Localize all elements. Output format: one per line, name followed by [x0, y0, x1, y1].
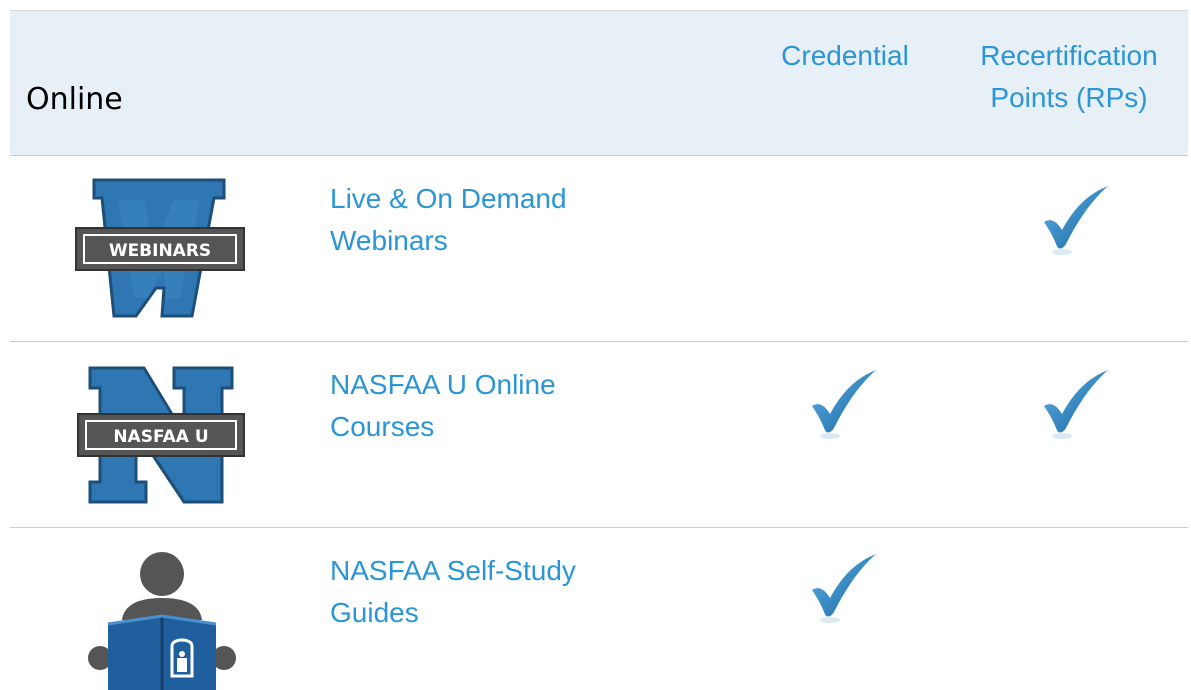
- self-study-link-line2: Guides: [330, 597, 419, 628]
- column-header-recertification-points: Recertification Points (RPs): [954, 35, 1184, 119]
- table-row-nasfaa-u: NASFAA U NASFAA U Online Courses: [10, 342, 1188, 528]
- webinars-link-line1: Live & On Demand: [330, 183, 567, 214]
- self-study-link-line1: NASFAA Self-Study: [330, 555, 576, 586]
- nasfaa-u-link-line1: NASFAA U Online: [330, 369, 556, 400]
- person-reading-book-icon: [88, 552, 236, 690]
- nasfaa-u-link-line2: Courses: [330, 411, 435, 442]
- checkmark-icon: [1044, 186, 1108, 255]
- self-study-guides-link[interactable]: NASFAA Self-Study Guides: [330, 550, 660, 634]
- column-header-rp-line2: Points (RPs): [990, 82, 1148, 113]
- checkmark-icon: [1044, 370, 1108, 439]
- section-title: Online: [26, 82, 123, 117]
- nasfaa-u-courses-link[interactable]: NASFAA U Online Courses: [330, 364, 660, 448]
- nasfaa-u-n-badge-icon: NASFAA U: [77, 366, 245, 504]
- column-header-credential: Credential: [781, 40, 909, 71]
- checkmark-icon: [812, 554, 876, 623]
- table-row-webinars: WEBINARS Live & On Demand Webinars: [10, 156, 1188, 342]
- webinars-link[interactable]: Live & On Demand Webinars: [330, 178, 660, 262]
- webinars-badge-label: WEBINARS: [109, 241, 211, 261]
- table-row-self-study-guides: NASFAA Self-Study Guides: [10, 528, 1188, 690]
- column-header-rp-line1: Recertification: [980, 40, 1158, 71]
- table-header: Online Credential Recertification Points…: [10, 10, 1188, 156]
- checkmark-icon: [812, 370, 876, 439]
- webinars-link-line2: Webinars: [330, 225, 448, 256]
- online-learning-table: Online Credential Recertification Points…: [0, 0, 1191, 690]
- nasfaa-u-badge-label: NASFAA U: [113, 427, 208, 447]
- webinars-w-badge-icon: WEBINARS: [75, 178, 245, 318]
